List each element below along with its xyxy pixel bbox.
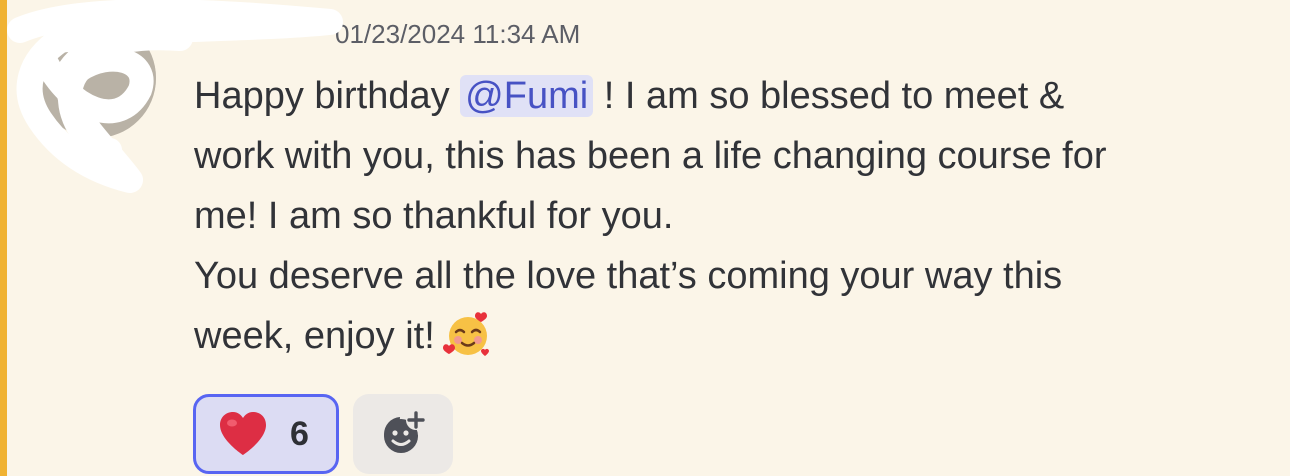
reaction-count: 6 [290, 414, 309, 453]
red-heart-icon [220, 412, 266, 455]
avatar[interactable] [36, 18, 156, 138]
message-container: 01/23/2024 11:34 AM Happy birthday @Fumi… [0, 0, 1290, 476]
avatar-image [36, 18, 156, 138]
add-reaction-icon [384, 410, 426, 453]
add-reaction-button[interactable] [353, 394, 453, 474]
smiling-face-with-hearts-icon [442, 312, 489, 356]
message-content: Happy birthday @Fumi ! I am so blessed t… [194, 66, 1254, 366]
user-mention[interactable]: @Fumi [460, 75, 594, 117]
message-text: week, enjoy it! [194, 315, 435, 357]
message-line-3: me! I am so thankful for you. [194, 195, 674, 237]
mention-highlight-bar [0, 0, 7, 476]
reactions-bar: 6 [193, 394, 453, 474]
reaction-heart-button[interactable]: 6 [193, 394, 339, 474]
message-line-2: work with you, this has been a life chan… [194, 135, 1107, 177]
message-text: ! I am so blessed to meet & [593, 75, 1065, 117]
message-line-5: week, enjoy it! [194, 306, 1254, 366]
message-line-4: You deserve all the love that’s coming y… [194, 255, 1063, 297]
message-text: Happy birthday [194, 75, 461, 117]
message-line-1: Happy birthday @Fumi ! I am so blessed t… [194, 66, 1254, 126]
message-timestamp[interactable]: 01/23/2024 11:34 AM [335, 19, 580, 50]
